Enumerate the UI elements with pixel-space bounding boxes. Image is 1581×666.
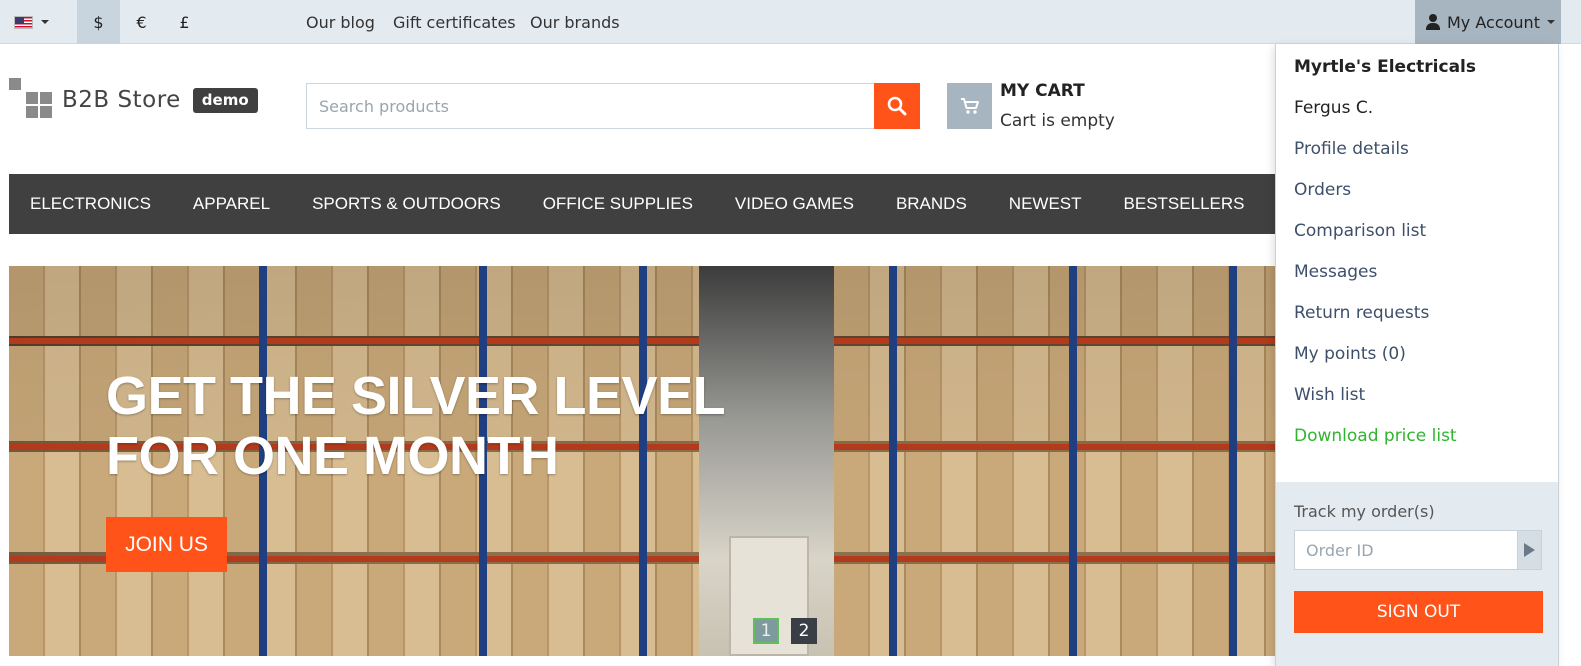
menu-item-orders[interactable]: Orders <box>1294 180 1351 200</box>
play-arrow-icon <box>1524 543 1535 557</box>
currency-eur[interactable]: € <box>120 0 163 44</box>
demo-badge: demo <box>192 87 258 113</box>
main-nav: ELECTRONICS APPAREL SPORTS & OUTDOORS OF… <box>9 174 1279 234</box>
cart-title[interactable]: MY CART <box>1000 81 1085 101</box>
menu-item-return-requests[interactable]: Return requests <box>1294 303 1429 323</box>
top-bar: $ € £ Our blog Gift certificates Our bra… <box>0 0 1581 44</box>
search-input[interactable] <box>306 83 874 129</box>
account-company-name: Myrtle's Electricals <box>1294 57 1476 77</box>
search-bar <box>306 83 920 129</box>
account-user-name: Fergus C. <box>1294 98 1374 118</box>
account-dropdown-footer: Track my order(s) SIGN OUT <box>1276 482 1558 666</box>
logo-mark-icon <box>9 78 53 122</box>
chevron-down-icon <box>41 20 49 24</box>
slide-dot-1[interactable]: 1 <box>753 618 779 644</box>
link-our-blog[interactable]: Our blog <box>306 0 375 44</box>
store-logo[interactable]: B2B Store demo <box>9 78 258 122</box>
download-price-list-link[interactable]: Download price list <box>1294 426 1457 446</box>
nav-item-brands[interactable]: BRANDS <box>896 194 967 214</box>
cart-icon <box>960 98 979 114</box>
menu-item-my-points[interactable]: My points (0) <box>1294 344 1406 364</box>
my-account-button[interactable]: My Account <box>1415 0 1561 44</box>
nav-item-video-games[interactable]: VIDEO GAMES <box>735 194 854 214</box>
link-gift-certificates[interactable]: Gift certificates <box>393 0 516 44</box>
currency-gbp[interactable]: £ <box>163 0 206 44</box>
join-us-button[interactable]: JOIN US <box>106 517 227 572</box>
language-selector[interactable] <box>14 12 54 32</box>
track-orders-label: Track my order(s) <box>1294 502 1435 521</box>
user-icon <box>1425 14 1441 30</box>
sign-out-button[interactable]: SIGN OUT <box>1294 591 1543 633</box>
logo-text: B2B Store <box>62 87 181 113</box>
banner-title: GET THE SILVER LEVEL FOR ONE MONTH <box>106 366 726 486</box>
link-our-brands[interactable]: Our brands <box>530 0 620 44</box>
nav-item-newest[interactable]: NEWEST <box>1009 194 1082 214</box>
currency-usd[interactable]: $ <box>77 0 120 44</box>
menu-item-wish-list[interactable]: Wish list <box>1294 385 1365 405</box>
cart-button[interactable] <box>947 83 992 129</box>
slide-dot-2[interactable]: 2 <box>791 618 817 644</box>
my-account-label: My Account <box>1447 12 1540 32</box>
order-track-form <box>1294 530 1542 570</box>
nav-item-electronics[interactable]: ELECTRONICS <box>30 194 151 214</box>
search-icon <box>887 96 907 116</box>
chevron-down-icon <box>1546 20 1555 24</box>
search-button[interactable] <box>874 83 920 129</box>
banner-title-line-1: GET THE SILVER LEVEL <box>106 366 726 426</box>
nav-item-office-supplies[interactable]: OFFICE SUPPLIES <box>543 194 693 214</box>
nav-item-apparel[interactable]: APPAREL <box>193 194 270 214</box>
nav-item-sports-outdoors[interactable]: SPORTS & OUTDOORS <box>312 194 501 214</box>
track-order-submit-button[interactable] <box>1517 531 1541 569</box>
menu-item-comparison-list[interactable]: Comparison list <box>1294 221 1426 241</box>
account-dropdown: Myrtle's Electricals Fergus C. Profile d… <box>1275 44 1559 666</box>
nav-item-bestsellers[interactable]: BESTSELLERS <box>1124 194 1245 214</box>
cart-status: Cart is empty <box>1000 111 1115 131</box>
menu-item-profile-details[interactable]: Profile details <box>1294 139 1409 159</box>
menu-item-messages[interactable]: Messages <box>1294 262 1377 282</box>
hero-banner[interactable]: GET THE SILVER LEVEL FOR ONE MONTH JOIN … <box>9 266 1275 656</box>
banner-title-line-2: FOR ONE MONTH <box>106 426 559 486</box>
us-flag-icon <box>14 15 33 29</box>
order-id-input[interactable] <box>1295 531 1517 569</box>
